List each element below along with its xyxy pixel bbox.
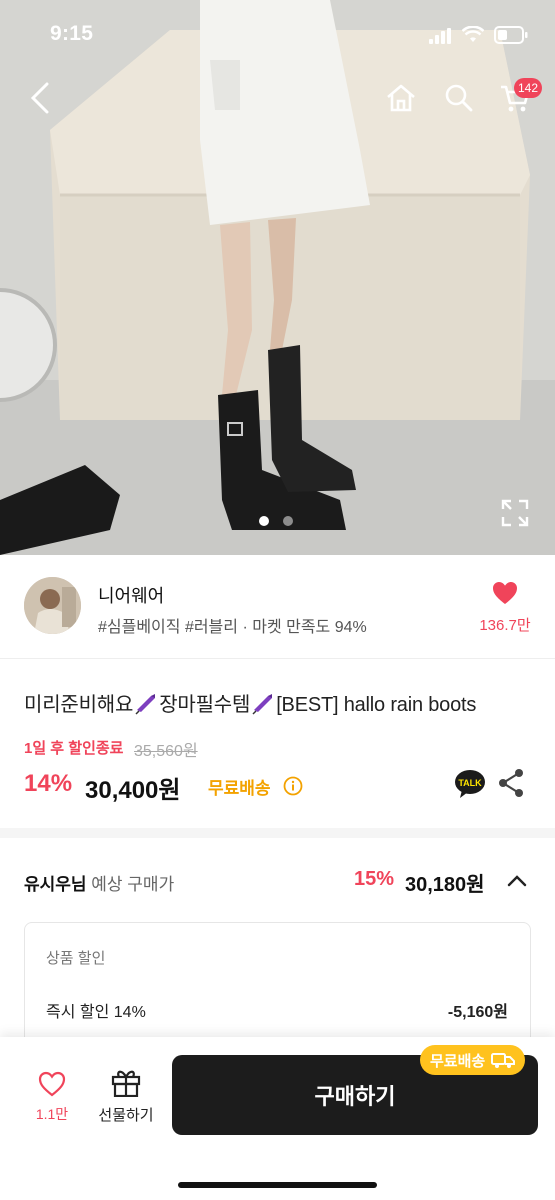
talk-bubble-icon: TALK: [455, 770, 485, 798]
kakao-talk-button[interactable]: TALK: [454, 768, 486, 800]
gallery-dot[interactable]: [283, 516, 293, 526]
battery-icon: [494, 26, 528, 44]
umbrella-icon: [252, 694, 273, 715]
user-name: 유시우님: [24, 875, 87, 894]
discount-detail-header: 상품 할인: [46, 950, 106, 967]
share-icon[interactable]: [497, 768, 525, 798]
status-time: 9:15: [50, 22, 94, 45]
buy-button-label: 구매하기: [314, 1084, 396, 1109]
home-button[interactable]: [381, 78, 421, 118]
product-title: 미리준비해요 장마필수템 [BEST] hallo rain boots: [24, 688, 476, 717]
gift-button[interactable]: 선물하기: [90, 1067, 162, 1125]
umbrella-icon: [135, 694, 156, 715]
seller-tags: #심플베이직 #러블리 · 마켓 만족도 94%: [98, 619, 367, 636]
seller-like-count: 136.7만: [479, 617, 531, 634]
original-price: 35,560원: [134, 743, 198, 760]
heart-filled-icon: [493, 582, 517, 604]
expected-discount-rate: 15%: [354, 868, 395, 890]
talk-icon-text: TALK: [458, 778, 482, 788]
home-indicator: [178, 1182, 377, 1188]
truck-icon: [491, 1053, 516, 1068]
discount-rate: 14%: [24, 770, 73, 797]
product-summary: 미리준비해요 장마필수템 [BEST] hallo rain boots 1일 후 …: [0, 660, 555, 838]
bottom-action-bar: 1.1만 선물하기 구매하기 무료배송: [0, 1037, 555, 1200]
expected-price-caption: 예상 구매가: [86, 875, 175, 894]
signal-icon: [429, 28, 451, 44]
heart-outline-icon: [38, 1071, 66, 1097]
seller-name[interactable]: 니어웨어: [98, 582, 164, 608]
chevron-up-icon[interactable]: [506, 870, 528, 892]
expected-price: 30,180원: [405, 874, 485, 896]
expected-price-label: 유시우님 예상 구매가: [24, 870, 174, 895]
free-shipping-pill-label: 무료배송: [430, 1052, 486, 1070]
expected-price-row[interactable]: 유시우님 예상 구매가 15% 30,180원: [0, 848, 555, 918]
product-title-part2: 장마필수템: [159, 694, 251, 716]
free-shipping-pill: 무료배송: [420, 1045, 526, 1075]
status-bar: 9:15: [0, 0, 555, 70]
gallery-dot-active[interactable]: [259, 516, 269, 526]
wifi-icon: [462, 26, 484, 42]
discount-row-label: 즉시 할인 14%: [46, 1004, 146, 1021]
free-shipping-label: 무료배송: [208, 779, 271, 798]
wishlist-button[interactable]: 1.1만: [22, 1071, 82, 1124]
home-icon: [387, 84, 415, 112]
gift-icon: [111, 1070, 141, 1098]
sale-price: 30,400원: [85, 777, 181, 804]
gallery-pagination: [259, 516, 293, 526]
seller-info[interactable]: 니어웨어 #심플베이직 #러블리 · 마켓 만족도 94% 136.7만: [0, 555, 555, 659]
seller-avatar-image: [24, 577, 81, 634]
cart-count-badge: 142: [514, 78, 543, 98]
chevron-left-icon: [30, 82, 49, 114]
discount-row-value: -5,160원: [447, 1004, 508, 1021]
product-title-part1: 미리준비해요: [24, 694, 134, 716]
product-title-part3: [BEST] hallo rain boots: [276, 694, 477, 716]
seller-like-button[interactable]: 136.7만: [470, 581, 540, 635]
wishlist-count: 1.1만: [35, 1106, 69, 1122]
search-icon: [445, 84, 473, 112]
gift-label: 선물하기: [98, 1107, 154, 1124]
seller-avatar[interactable]: [24, 577, 81, 634]
expand-icon[interactable]: [500, 498, 530, 528]
discount-countdown: 1일 후 할인종료: [24, 740, 124, 757]
product-image-gallery[interactable]: 9:15 142: [0, 0, 555, 555]
info-icon[interactable]: [283, 776, 303, 796]
back-button[interactable]: [20, 78, 60, 118]
search-button[interactable]: [439, 78, 479, 118]
